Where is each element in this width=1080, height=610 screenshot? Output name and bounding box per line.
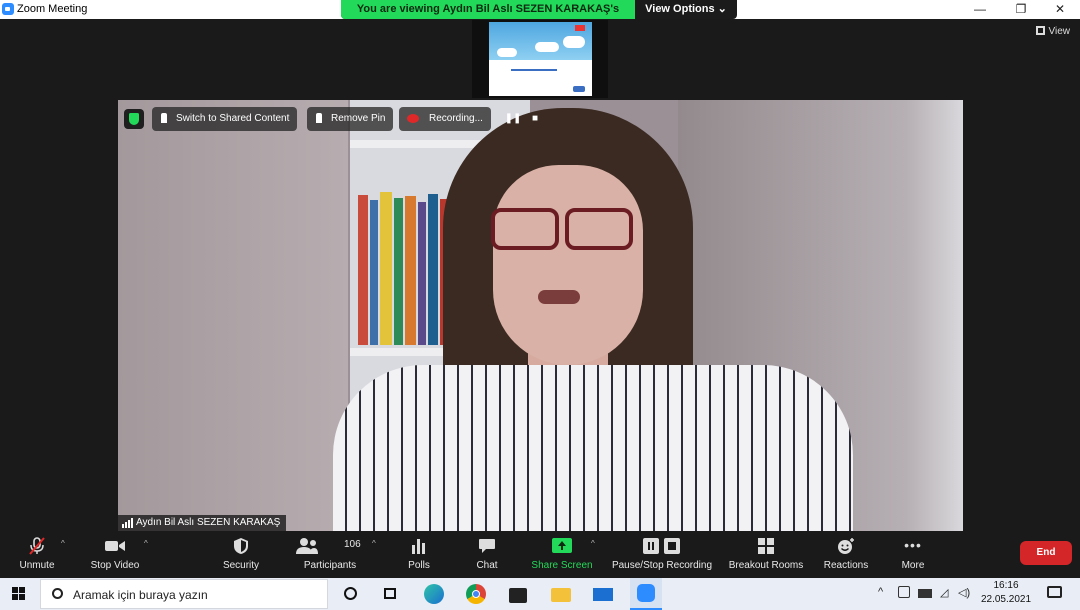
restore-button[interactable]: ❐ xyxy=(1001,0,1041,19)
polls-button[interactable]: Polls xyxy=(396,531,442,578)
zoom-logo-icon xyxy=(2,3,14,15)
slide-text-line xyxy=(511,69,557,71)
mail-icon[interactable] xyxy=(592,583,614,605)
speaker-shirt xyxy=(333,365,853,531)
participant-name-tag: Aydın Bil Aslı SEZEN KARAKAŞ xyxy=(118,515,287,531)
unmute-button[interactable]: Unmute xyxy=(8,531,66,578)
video-background-wall xyxy=(118,100,348,531)
slide-logo-icon xyxy=(573,86,585,92)
view-options-button[interactable]: View Options ⌄ xyxy=(635,0,737,19)
video-camera-icon xyxy=(105,541,125,551)
shared-screen-thumbnail[interactable] xyxy=(472,20,608,98)
polls-bar-chart-icon xyxy=(412,539,425,554)
zoom-taskbar-icon[interactable] xyxy=(630,578,662,610)
close-button[interactable]: ✕ xyxy=(1040,0,1080,19)
share-banner-message: You are viewing Aydın Bil Aslı SEZEN KAR… xyxy=(341,0,635,19)
title-bar: Zoom Meeting You are viewing Aydın Bil A… xyxy=(0,0,1080,19)
meeting-tray-icon[interactable] xyxy=(898,586,910,598)
taskbar-clock[interactable]: 16:16 22.05.2021 xyxy=(978,579,1034,607)
volume-speaker-icon[interactable]: ◁) xyxy=(958,586,970,599)
reactions-button[interactable]: Reactions xyxy=(818,531,874,578)
clock-time: 16:16 xyxy=(993,580,1019,591)
pause-stop-recording-button[interactable]: Pause/Stop Recording xyxy=(606,531,718,578)
window-title: Zoom Meeting xyxy=(17,3,88,15)
security-button[interactable]: Security xyxy=(212,531,270,578)
participants-button[interactable]: 106 Participants xyxy=(296,531,364,578)
security-shield-icon xyxy=(234,538,248,554)
search-icon xyxy=(52,588,63,599)
muted-microphone-icon xyxy=(29,537,45,555)
switch-to-shared-content-button[interactable]: Switch to Shared Content xyxy=(152,107,298,131)
edge-browser-icon[interactable] xyxy=(423,583,445,605)
participants-options-chevron-icon[interactable]: ^ xyxy=(372,539,376,548)
stop-recording-button[interactable]: ■ xyxy=(524,107,546,131)
taskbar-search-input[interactable]: Aramak için buraya yazın xyxy=(40,579,328,609)
reactions-smiley-icon xyxy=(838,538,854,554)
microsoft-store-icon[interactable] xyxy=(507,583,529,605)
chat-bubble-icon xyxy=(479,539,495,553)
notifications-icon[interactable] xyxy=(1044,584,1066,606)
meeting-toolbar: Unmute ^ Stop Video ^ Security 106 Parti… xyxy=(0,531,1080,578)
windows-taskbar: Aramak için buraya yazın ^ ◿ ◁) 16:16 22… xyxy=(0,578,1080,610)
video-options-chevron-icon[interactable]: ^ xyxy=(144,539,148,548)
participant-count: 106 xyxy=(344,539,361,550)
encryption-shield-icon[interactable] xyxy=(124,109,144,129)
pin-icon xyxy=(161,113,167,123)
file-explorer-icon[interactable] xyxy=(550,583,572,605)
chat-button[interactable]: Chat xyxy=(464,531,510,578)
pin-icon xyxy=(316,113,322,123)
speaker-glasses-right xyxy=(565,208,633,250)
share-screen-arrow-icon xyxy=(552,538,572,553)
cloud-recording-icon xyxy=(407,114,419,123)
speaker-glasses-left xyxy=(491,208,559,250)
network-wifi-icon[interactable]: ◿ xyxy=(940,586,948,599)
grid-icon xyxy=(1035,26,1045,35)
speaker-face xyxy=(493,165,643,365)
minimize-button[interactable]: — xyxy=(960,0,1000,19)
zoom-window: Zoom Meeting You are viewing Aydın Bil A… xyxy=(0,0,1080,610)
pause-recording-button[interactable]: ❚❚ xyxy=(502,107,524,131)
windows-start-icon[interactable] xyxy=(0,578,38,610)
stop-video-button[interactable]: Stop Video xyxy=(82,531,148,578)
clock-date: 22.05.2021 xyxy=(980,594,1032,605)
share-screen-button[interactable]: Share Screen xyxy=(528,531,596,578)
remove-pin-button[interactable]: Remove Pin xyxy=(307,107,394,131)
cortana-icon[interactable] xyxy=(340,583,362,605)
battery-icon[interactable] xyxy=(918,589,932,598)
shared-slide-preview xyxy=(489,22,592,96)
view-layout-button[interactable]: View xyxy=(1035,26,1070,37)
participants-icon xyxy=(296,538,319,554)
more-dots-icon: ••• xyxy=(904,537,922,553)
recording-indicator: Recording... xyxy=(399,107,491,131)
signal-strength-icon xyxy=(122,518,134,528)
show-hidden-icons-chevron-icon[interactable]: ^ xyxy=(878,586,883,598)
more-button[interactable]: ••• More xyxy=(890,531,936,578)
breakout-rooms-button[interactable]: Breakout Rooms xyxy=(722,531,810,578)
slide-flag-icon xyxy=(575,25,585,31)
task-view-icon[interactable] xyxy=(380,583,402,605)
pause-stop-icon xyxy=(643,538,680,554)
breakout-rooms-grid-icon xyxy=(758,538,774,554)
chrome-browser-icon[interactable] xyxy=(465,583,487,605)
share-banner: You are viewing Aydın Bil Aslı SEZEN KAR… xyxy=(341,0,737,19)
audio-options-chevron-icon[interactable]: ^ xyxy=(61,539,65,548)
share-options-chevron-icon[interactable]: ^ xyxy=(591,539,595,548)
end-meeting-button[interactable]: End xyxy=(1020,541,1072,565)
active-speaker-video[interactable]: Switch to Shared Content Remove Pin Reco… xyxy=(118,100,963,531)
